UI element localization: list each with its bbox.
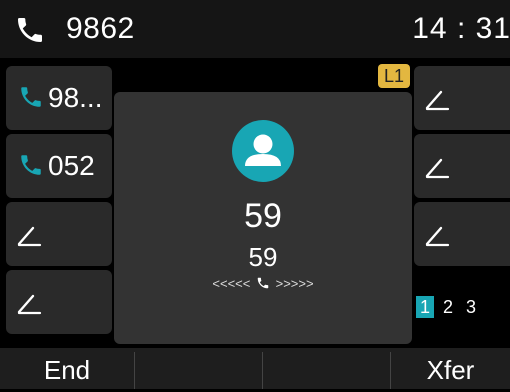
caller-number: 59 <box>248 242 278 272</box>
page-1[interactable]: 1 <box>416 296 434 318</box>
softkey-3[interactable] <box>263 348 390 389</box>
page-2[interactable]: 2 <box>439 296 457 318</box>
page-3[interactable]: 3 <box>462 296 480 318</box>
line-badge: L1 <box>378 64 410 88</box>
ringing-phone-icon <box>257 277 269 289</box>
line-key-6[interactable] <box>414 134 510 198</box>
phone-icon <box>21 87 41 107</box>
line-key-2[interactable]: 052 <box>6 134 112 198</box>
line-key-label: 98... <box>48 82 103 113</box>
edit-pen-icon <box>425 158 450 179</box>
line-key-3[interactable] <box>6 202 112 266</box>
line-key-5[interactable] <box>414 66 510 130</box>
edit-pen-icon <box>17 226 42 247</box>
phone-icon <box>18 18 42 42</box>
edit-pen-icon <box>425 90 450 111</box>
extension-number: 9862 <box>66 12 135 45</box>
end-call-button[interactable]: End <box>0 348 134 389</box>
ringing-indicator: <<<<< >>>>> <box>114 274 412 294</box>
line-key-4[interactable] <box>6 270 112 334</box>
line-key-label: 052 <box>48 150 95 181</box>
clock-time: 14 : 31 <box>412 12 510 45</box>
phone-icon <box>21 155 41 175</box>
edit-pen-icon <box>425 226 450 247</box>
ringing-arrows-left: <<<<< <box>212 276 251 291</box>
softkey-2[interactable] <box>135 348 262 389</box>
line-key-7[interactable] <box>414 202 510 266</box>
contact-avatar-icon <box>232 120 294 182</box>
edit-pen-icon <box>17 294 42 315</box>
status-bar: 9862 14 : 31 <box>0 0 510 58</box>
ringing-arrows-right: >>>>> <box>275 276 314 291</box>
softkey-bar: End Xfer <box>0 348 510 389</box>
call-panel: 59 59 <<<<< >>>>> <box>114 92 412 344</box>
line-key-1[interactable]: 98... <box>6 66 112 130</box>
caller-name: 59 <box>244 197 282 235</box>
transfer-button[interactable]: Xfer <box>391 348 510 389</box>
